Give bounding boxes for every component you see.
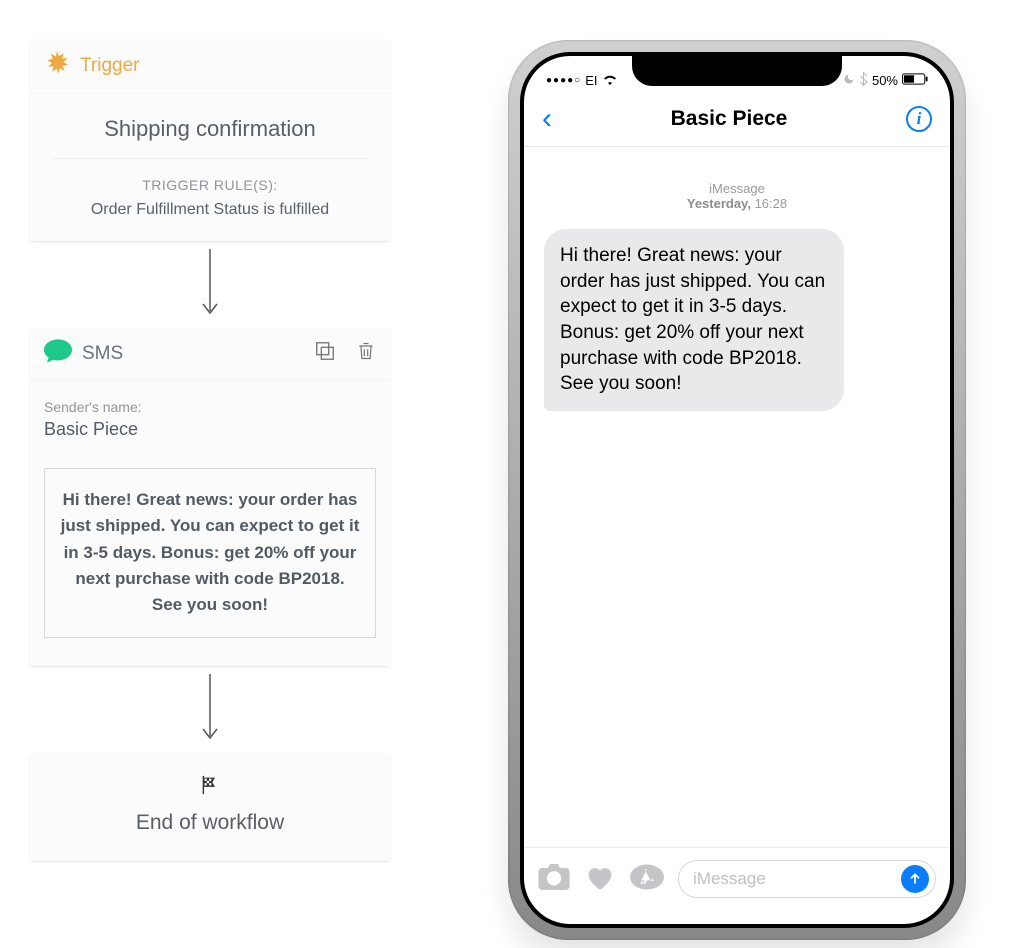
- phone-notch: [632, 56, 842, 86]
- battery-icon: [902, 73, 928, 88]
- message-input-bar: iMessage: [524, 847, 950, 924]
- thread-service: iMessage: [709, 181, 765, 196]
- trigger-rule-text: Order Fulfillment Status is fulfilled: [30, 201, 390, 241]
- wifi-icon: [602, 73, 618, 88]
- incoming-message-bubble[interactable]: Hi there! Great news: your order has jus…: [544, 229, 844, 411]
- conversation-area: iMessage Yesterday, 16:28 Hi there! Grea…: [524, 147, 950, 847]
- bluetooth-icon: [859, 72, 868, 89]
- sms-message-preview[interactable]: Hi there! Great news: your order has jus…: [44, 468, 376, 638]
- trigger-card-body: Shipping confirmation TRIGGER RULE(S): O…: [30, 94, 390, 241]
- trash-icon[interactable]: [356, 340, 376, 367]
- end-card: End of workflow: [30, 754, 390, 861]
- flag-icon: [199, 783, 221, 800]
- thread-timestamp: iMessage Yesterday, 16:28: [524, 181, 950, 211]
- trigger-card[interactable]: Trigger Shipping confirmation TRIGGER RU…: [30, 40, 390, 241]
- sms-card-header: SMS: [30, 329, 390, 381]
- phone-preview-column: ●●●●○ EI 15:26 50%: [480, 40, 994, 940]
- phone-screen: ●●●●○ EI 15:26 50%: [524, 56, 950, 924]
- conversation-nav-bar: ‹ Basic Piece i: [524, 98, 950, 147]
- sms-card-body: Sender's name: Basic Piece Hi there! Gre…: [30, 381, 390, 666]
- info-button[interactable]: i: [906, 106, 932, 132]
- battery-pct: 50%: [872, 73, 898, 88]
- sms-header-label: SMS: [82, 343, 314, 365]
- sms-bubble-icon: [44, 339, 72, 368]
- thread-day: Yesterday,: [687, 196, 751, 211]
- camera-icon[interactable]: [538, 864, 570, 895]
- sms-sender-name: Basic Piece: [44, 419, 376, 440]
- do-not-disturb-icon: [843, 73, 855, 88]
- arrow-down-icon: [200, 674, 220, 746]
- burst-icon: [44, 50, 70, 81]
- sms-sender-label: Sender's name:: [44, 399, 376, 415]
- contact-name[interactable]: Basic Piece: [671, 107, 788, 131]
- message-placeholder: iMessage: [693, 869, 766, 889]
- digital-touch-icon[interactable]: [584, 863, 616, 896]
- signal-dots: ●●●●○: [546, 75, 581, 86]
- trigger-title-text: Shipping confirmation: [30, 94, 390, 158]
- appstore-icon[interactable]: [630, 864, 664, 895]
- send-button[interactable]: [901, 865, 929, 893]
- trigger-rules-heading: TRIGGER RULE(S):: [30, 177, 390, 193]
- back-button[interactable]: ‹: [542, 109, 552, 129]
- divider: [52, 158, 368, 159]
- message-input[interactable]: iMessage: [678, 860, 936, 898]
- thread-time: 16:28: [755, 196, 788, 211]
- arrow-down-icon: [200, 249, 220, 321]
- end-label: End of workflow: [30, 811, 390, 835]
- trigger-header-label: Trigger: [80, 55, 139, 77]
- duplicate-icon[interactable]: [314, 340, 336, 367]
- carrier-label: EI: [585, 73, 597, 88]
- phone-frame: ●●●●○ EI 15:26 50%: [508, 40, 966, 940]
- workflow-column: Trigger Shipping confirmation TRIGGER RU…: [30, 40, 390, 861]
- trigger-card-header: Trigger: [30, 40, 390, 94]
- sms-card[interactable]: SMS Sender's name: Basic Piece Hi there!…: [30, 329, 390, 666]
